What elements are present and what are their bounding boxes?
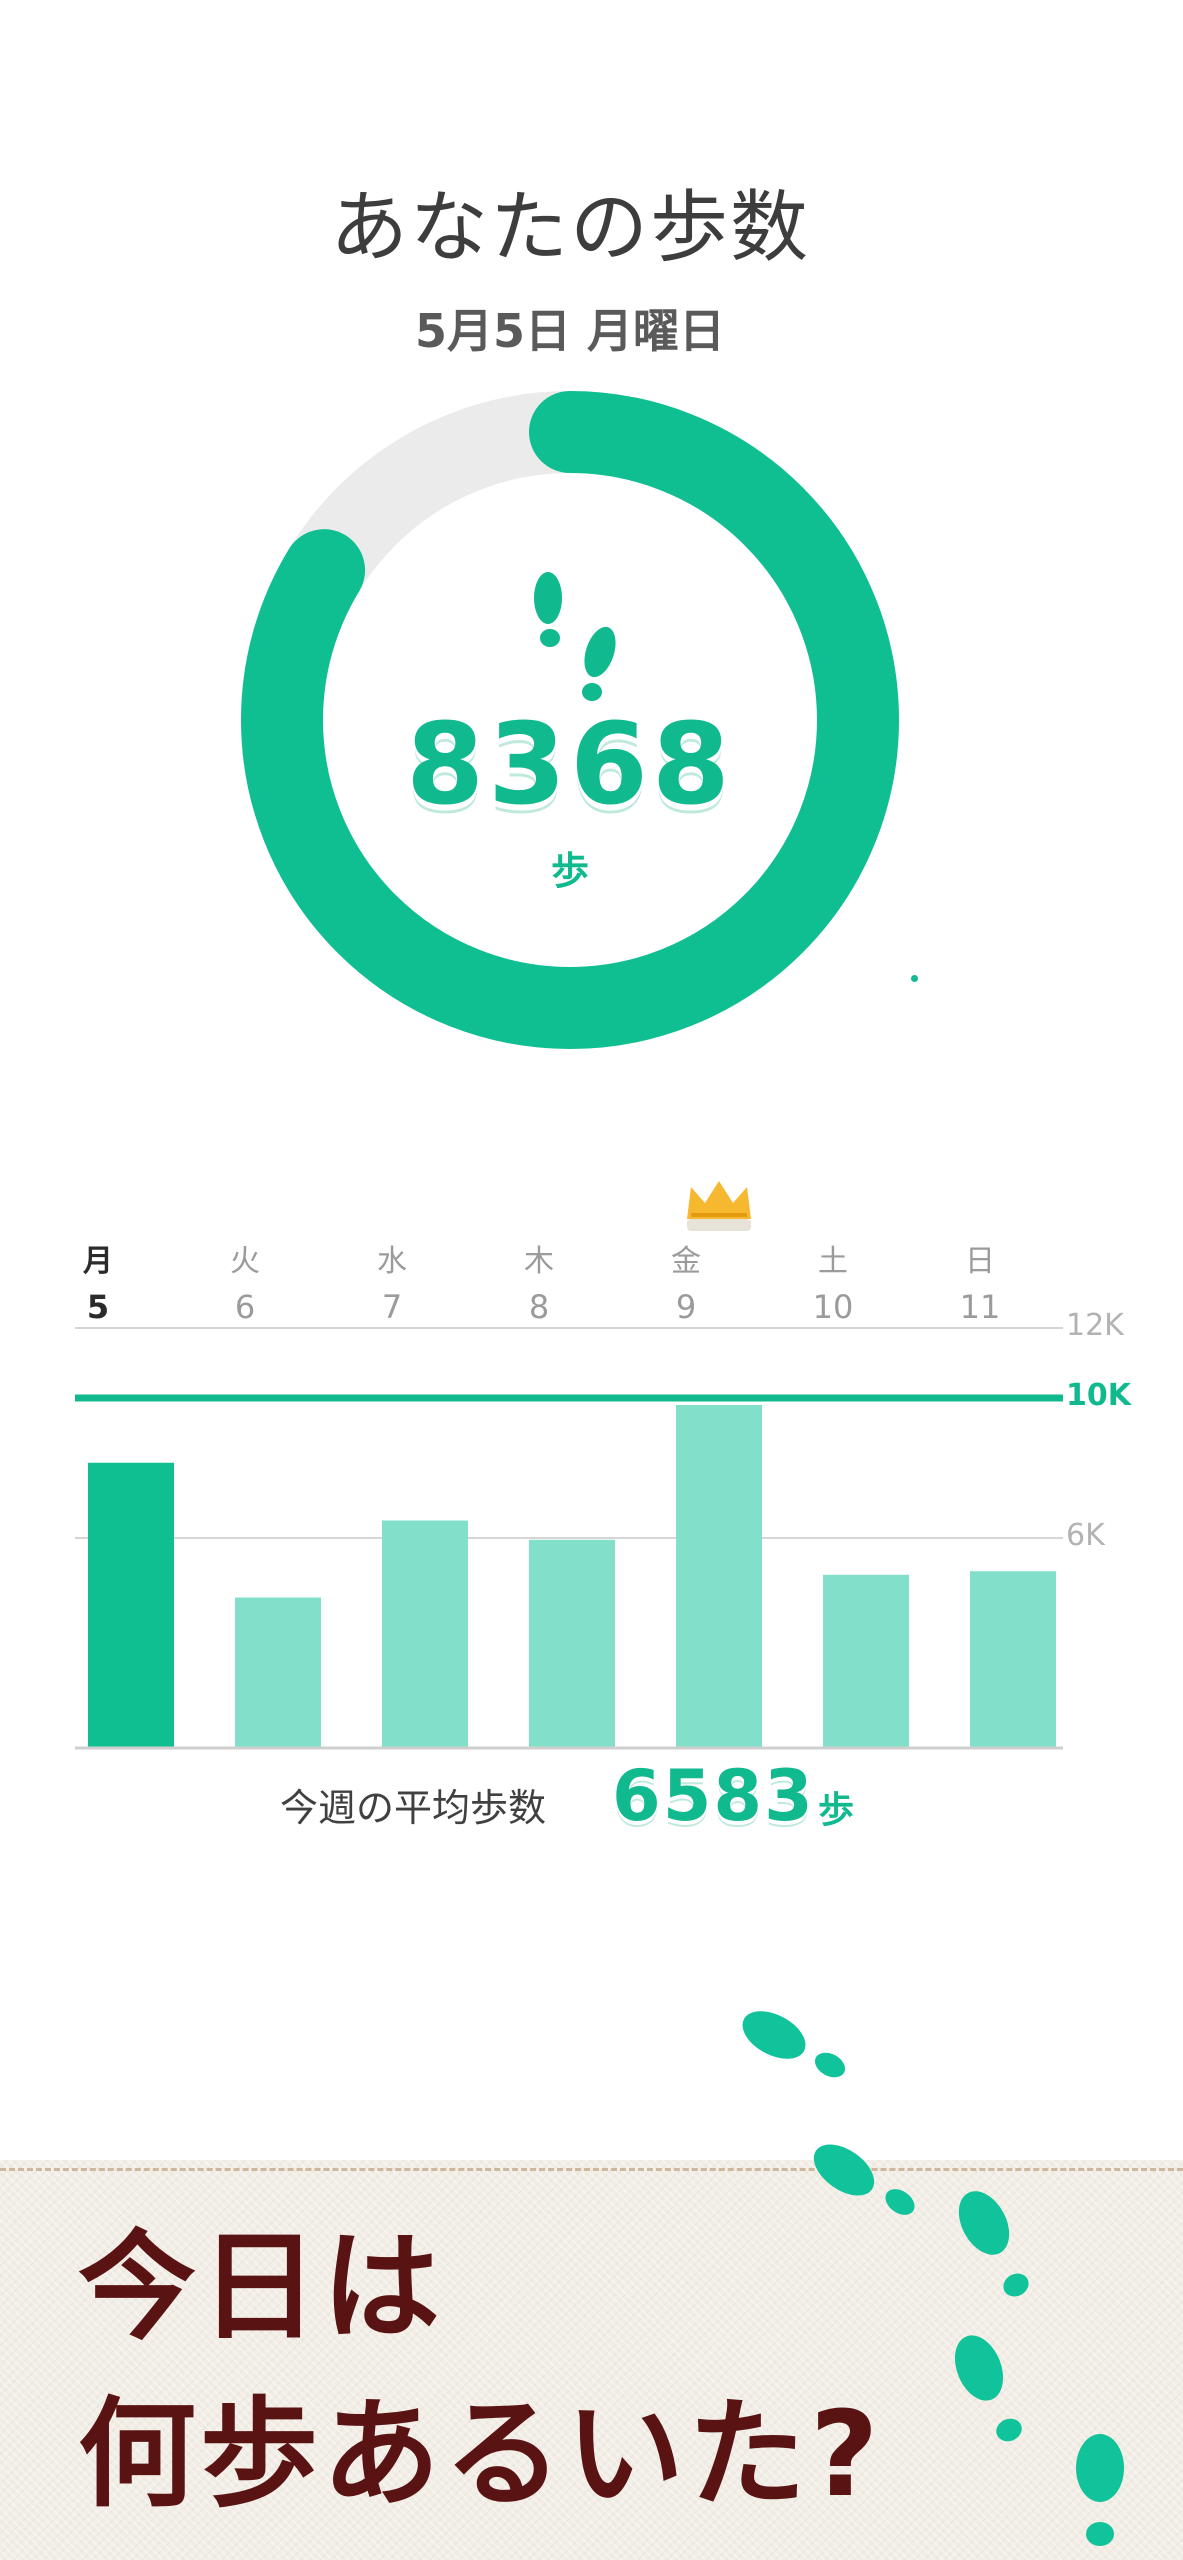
day-column-0[interactable]: 月5 <box>48 1240 148 1330</box>
average-unit: 歩 <box>818 1790 855 1831</box>
tick-label-goal: 10K <box>1066 1378 1131 1413</box>
bar-1[interactable] <box>235 1597 321 1749</box>
day-column-4[interactable]: 金9 <box>636 1240 736 1330</box>
weekly-average: 今週の平均歩数 6583 歩 <box>280 1755 920 1837</box>
today-steps-count: 8368 <box>406 700 734 830</box>
day-name: 日 <box>965 1244 995 1279</box>
bar-6[interactable] <box>970 1571 1056 1748</box>
bar-2[interactable] <box>382 1520 468 1749</box>
page-title: あなたの歩数 <box>329 183 810 273</box>
banner-divider <box>0 2168 1183 2171</box>
bar-3[interactable] <box>529 1539 615 1748</box>
day-name: 水 <box>377 1244 407 1279</box>
day-name: 金 <box>671 1244 701 1279</box>
footprint-icon <box>958 2191 1029 2297</box>
bar-5[interactable] <box>823 1574 909 1748</box>
day-name: 木 <box>524 1244 554 1279</box>
footprint-icon <box>813 2144 915 2215</box>
footprints-icon <box>534 572 616 701</box>
day-column-6[interactable]: 日 11 <box>930 1240 1030 1330</box>
current-date: 5月5日 月曜日 <box>414 304 726 358</box>
tick-label-mid: 6K <box>1066 1518 1105 1553</box>
footprint-icon <box>954 2335 1022 2442</box>
bar-0[interactable] <box>88 1462 174 1748</box>
today-steps-unit: 歩 <box>550 849 589 893</box>
average-label: 今週の平均歩数 <box>280 1786 547 1830</box>
day-name: 土 <box>818 1244 848 1279</box>
bar-4[interactable] <box>676 1405 762 1748</box>
day-name: 月 <box>83 1244 113 1279</box>
day-column-2[interactable]: 水7 <box>342 1240 442 1330</box>
day-column-1[interactable]: 火6 <box>195 1240 295 1330</box>
day-column-5[interactable]: 土 10 <box>783 1240 883 1330</box>
day-name: 火 <box>230 1244 260 1279</box>
slogan-line-2: 何歩あるいた? <box>78 2385 883 2523</box>
decorative-dot <box>911 975 918 982</box>
footprint-icon <box>742 2011 846 2078</box>
footprint-icon <box>1076 2434 1124 2546</box>
average-value: 6583 <box>612 1755 815 1837</box>
slogan-line-1: 今日は <box>78 2218 445 2356</box>
crown-icon <box>687 1181 751 1231</box>
tick-label-top: 12K <box>1066 1308 1124 1343</box>
day-column-3[interactable]: 木8 <box>489 1240 589 1330</box>
weekly-steps-chart: 12K 10K 6K <box>0 1308 1183 1770</box>
